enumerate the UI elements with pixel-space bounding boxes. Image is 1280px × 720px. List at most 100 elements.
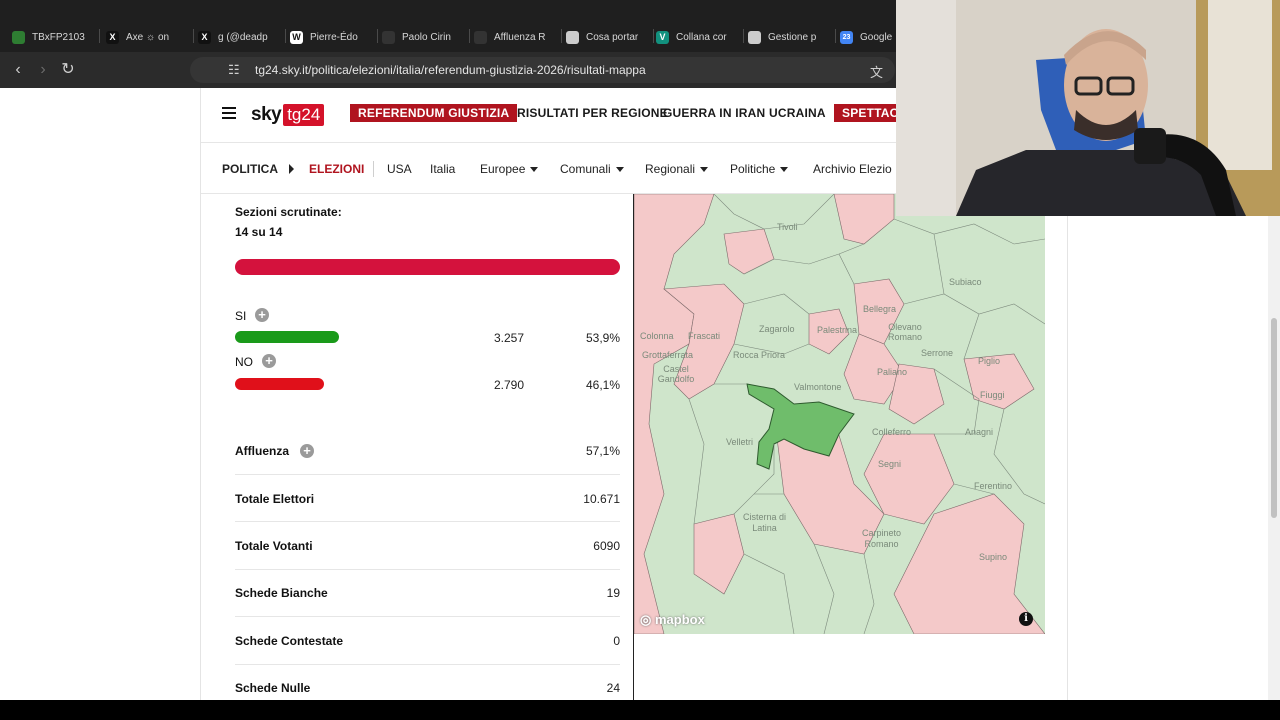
no-bar xyxy=(235,378,324,390)
browser-tab-title: Affluenza R xyxy=(494,31,546,43)
schede-nulle-value: 24 xyxy=(606,681,620,695)
map-label-ferentino: Ferentino xyxy=(974,481,1013,491)
si-votes: 3.257 xyxy=(493,331,524,345)
si-label: SI xyxy=(235,309,247,323)
totale-elettori-label: Totale Elettori xyxy=(235,492,315,506)
tab-separator xyxy=(653,29,654,43)
subnav-regionali[interactable]: Regionali xyxy=(645,162,709,176)
map-label-bellegra: Bellegra xyxy=(863,304,897,314)
browser-tab[interactable]: W Pierre-Édo xyxy=(290,26,378,48)
nav-risultati-per-regione[interactable]: RISULTATI PER REGIONE xyxy=(517,106,668,120)
v-icon: V xyxy=(656,30,669,44)
page-icon xyxy=(474,30,487,44)
webcam-overlay xyxy=(896,0,1280,216)
map-label-paliano: Paliano xyxy=(877,367,908,377)
nav-ucraina[interactable]: UCRAINA xyxy=(769,106,826,120)
map-label-olevano-romano: Olevano Romano xyxy=(887,322,923,342)
browser-tab-title: TBxFP2103 xyxy=(32,31,85,43)
map-label-subiaco: Subiaco xyxy=(949,277,982,287)
no-percent: 46,1% xyxy=(585,378,620,392)
totale-votanti-value: 6090 xyxy=(593,539,620,553)
browser-tab[interactable]: X Axe ☼ on xyxy=(106,26,194,48)
map-label-colonna: Colonna xyxy=(640,331,674,341)
map-label-cisterna-di-latina: Cisterna di Latina xyxy=(742,512,787,533)
subnav-italia[interactable]: Italia xyxy=(430,162,455,176)
subnav-comunali-label: Comunali xyxy=(560,162,611,176)
subnav-usa[interactable]: USA xyxy=(387,162,412,176)
tab-separator xyxy=(285,29,286,43)
browser-tab[interactable]: V Collana cor xyxy=(656,26,744,48)
forward-icon[interactable]: › xyxy=(33,60,53,80)
subnav-regionali-label: Regionali xyxy=(645,162,696,176)
browser-tab[interactable]: Paolo Cirin xyxy=(382,26,470,48)
si-bar xyxy=(235,331,339,343)
subnav-politiche[interactable]: Politiche xyxy=(730,162,789,176)
affluenza-expand-icon[interactable]: + xyxy=(300,444,314,458)
site-logo[interactable]: sky tg24 xyxy=(251,104,325,126)
translate-icon[interactable]: 文 xyxy=(870,62,883,81)
browser-tab-title: g (@deadp xyxy=(218,31,268,43)
browser-tab[interactable]: Gestione p xyxy=(748,26,836,48)
schede-bianche-label: Schede Bianche xyxy=(235,586,328,600)
chatgpt-icon xyxy=(566,30,579,44)
browser-tab[interactable]: Xg (@deadp xyxy=(198,26,286,48)
si-expand-icon[interactable]: + xyxy=(255,308,269,322)
map-label-segni: Segni xyxy=(878,459,902,469)
schede-contestate-label: Schede Contestate xyxy=(235,634,344,648)
map-label-valmontone: Valmontone xyxy=(794,382,842,392)
reload-icon[interactable]: ↻ xyxy=(58,60,78,80)
back-icon[interactable]: ‹ xyxy=(8,60,28,80)
map-label-colleferro: Colleferro xyxy=(872,427,912,437)
mapbox-logo[interactable]: ◎ mapbox xyxy=(640,612,705,628)
browser-tab-title: Axe ☼ on xyxy=(126,31,170,43)
map-label-rocca-priora: Rocca Priora xyxy=(733,350,786,360)
site-info-icon[interactable]: ☷ xyxy=(228,62,240,78)
url-text[interactable]: tg24.sky.it/politica/elezioni/italia/ref… xyxy=(255,63,646,77)
subnav-archivio-elezioni[interactable]: Archivio Elezio xyxy=(813,162,892,176)
map-label-velletri: Velletri xyxy=(726,437,754,447)
map-label-fiuggi: Fiuggi xyxy=(980,390,1005,400)
browser-tab[interactable]: 23 Google xyxy=(840,26,896,48)
menu-icon[interactable] xyxy=(222,107,236,119)
browser-tab[interactable]: Affluenza R xyxy=(474,26,562,48)
subnav-elezioni[interactable]: ELEZIONI xyxy=(309,162,364,176)
tab-separator xyxy=(469,29,470,43)
drive-icon xyxy=(12,30,25,44)
map-label-serrone: Serrone xyxy=(921,348,954,358)
sezioni-label: Sezioni scrutinate: xyxy=(235,205,342,219)
browser-tab-title: Gestione p xyxy=(768,31,817,43)
affluenza-value: 57,1% xyxy=(585,444,620,458)
row-divider xyxy=(235,569,620,570)
map-label-piglio: Piglio xyxy=(978,356,1001,366)
caret-down-icon xyxy=(780,167,789,173)
totale-elettori-value: 10.671 xyxy=(583,492,620,506)
x-icon: X xyxy=(106,30,119,44)
nav-guerra-in-iran[interactable]: GUERRA IN IRAN xyxy=(663,106,765,120)
subnav-politica[interactable]: POLITICA xyxy=(222,162,278,176)
si-percent: 53,9% xyxy=(585,331,620,345)
browser-tab[interactable]: Cosa portar xyxy=(566,26,654,48)
browser-tab-title: Google xyxy=(860,31,893,43)
map-info-icon[interactable]: i xyxy=(1019,612,1033,626)
results-map[interactable]: Tivoli Subiaco Bellegra Olevano Romano Z… xyxy=(634,194,1045,634)
subnav-comunali[interactable]: Comunali xyxy=(560,162,624,176)
chevron-right-icon xyxy=(289,164,294,174)
subnav-europee-label: Europee xyxy=(480,162,526,176)
tab-separator xyxy=(743,29,744,43)
browser-tab[interactable]: TBxFP2103 xyxy=(12,26,100,48)
tab-separator xyxy=(99,29,100,43)
caret-down-icon xyxy=(530,167,539,173)
page-icon xyxy=(382,30,395,44)
address-bar[interactable]: ☷ tg24.sky.it/politica/elezioni/italia/r… xyxy=(190,57,895,83)
chatgpt-icon xyxy=(748,30,761,44)
logo-sky: sky xyxy=(251,104,282,125)
nav-referendum-giustizia[interactable]: REFERENDUM GIUSTIZIA xyxy=(350,104,518,122)
subnav-europee[interactable]: Europee xyxy=(480,162,539,176)
no-label: NO xyxy=(235,355,253,369)
no-expand-icon[interactable]: + xyxy=(262,354,276,368)
scrollbar-thumb[interactable] xyxy=(1271,318,1277,518)
map-label-zagarolo: Zagarolo xyxy=(759,324,795,334)
browser-tab-title: Collana cor xyxy=(676,31,727,43)
sezioni-progress-bar xyxy=(235,259,620,275)
schede-contestate-value: 0 xyxy=(613,634,620,648)
